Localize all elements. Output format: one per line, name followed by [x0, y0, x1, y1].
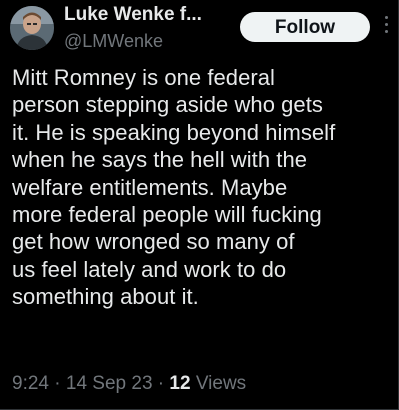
- author-handle[interactable]: @LMWenke: [64, 31, 163, 52]
- tweet-time[interactable]: 9:24: [12, 373, 49, 394]
- author-display-name[interactable]: Luke Wenke f...: [64, 4, 202, 26]
- views-count[interactable]: 12: [169, 373, 190, 394]
- meta-separator: ·: [157, 373, 165, 394]
- tweet-meta: 9:24 · 14 Sep 23 · 12 Views: [12, 373, 246, 395]
- views-label: Views: [195, 373, 247, 394]
- user-avatar-icon: [10, 6, 54, 50]
- tweet-text: Mitt Romney is one federal person steppi…: [12, 65, 336, 310]
- avatar[interactable]: [10, 6, 54, 50]
- tweet-card: Luke Wenke f... @LMWenke Follow Mitt Rom…: [0, 0, 399, 410]
- follow-button[interactable]: Follow: [240, 12, 370, 42]
- meta-separator: ·: [54, 373, 61, 394]
- tweet-date[interactable]: 14 Sep 23: [66, 373, 153, 394]
- more-vertical-icon[interactable]: [383, 16, 389, 38]
